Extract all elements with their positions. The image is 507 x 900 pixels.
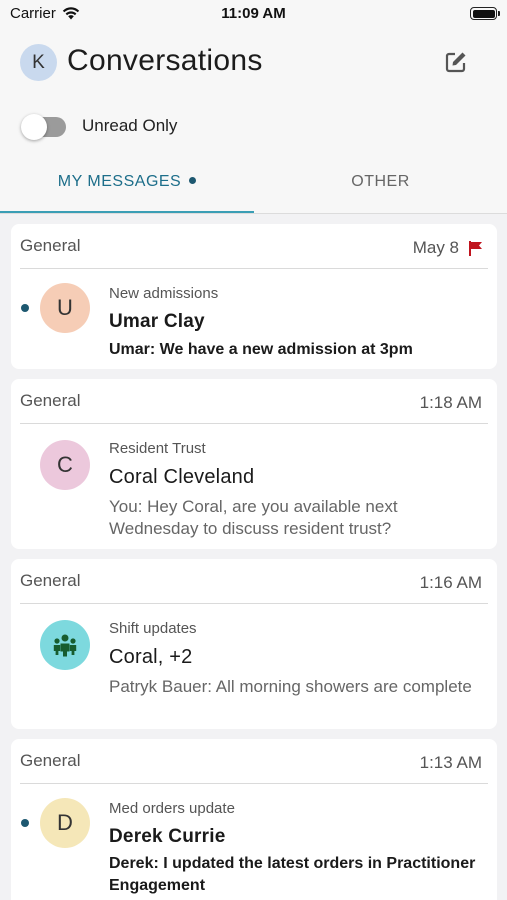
header: K Conversations Unread Only MY MESSAGES …: [0, 30, 507, 214]
unread-only-label: Unread Only: [82, 116, 178, 135]
conversation-preview: Derek: I updated the latest orders in Pr…: [109, 855, 476, 894]
unread-dot: [21, 819, 29, 827]
unread-only-toggle[interactable]: [21, 114, 66, 140]
conversation-time-wrap: 1:16 AM: [420, 573, 482, 593]
conversation-topic: Resident Trust: [109, 440, 206, 457]
conversation-preview: Umar: We have a new admission at 3pm: [109, 341, 413, 358]
group-icon: [53, 634, 77, 657]
avatar: U: [40, 283, 90, 333]
conversation-name: Derek Currie: [109, 826, 226, 847]
conversation-card[interactable]: General 1:16 AM Shift updates Coral, +2 …: [11, 559, 497, 729]
conversation-time-wrap: 1:13 AM: [420, 753, 482, 773]
conversation-card[interactable]: General 1:18 AM C Resident Trust Coral C…: [11, 379, 497, 549]
conversation-topic: Med orders update: [109, 800, 235, 817]
conversation-category: General: [20, 236, 81, 255]
conversation-name: Umar Clay: [109, 311, 205, 332]
status-bar: Carrier 11:09 AM: [0, 0, 507, 30]
compose-icon: [445, 52, 466, 73]
toggle-knob: [21, 114, 47, 140]
conversation-card[interactable]: General May 8 U New admissions Umar Clay…: [11, 224, 497, 369]
conversation-category: General: [20, 391, 81, 410]
conversation-time-wrap: May 8: [413, 238, 482, 258]
tab-my-messages[interactable]: MY MESSAGES: [0, 173, 254, 191]
tab-other[interactable]: OTHER: [254, 173, 507, 191]
tab-other-label: OTHER: [351, 173, 410, 190]
conversation-time: 1:16 AM: [419, 573, 482, 592]
group-avatar: [40, 620, 90, 670]
flag-icon: [469, 240, 482, 256]
tab-indicator-dot: [189, 177, 197, 184]
avatar: D: [40, 798, 90, 848]
page-title: Conversations: [67, 44, 263, 77]
conversation-time: 1:18 AM: [419, 393, 482, 412]
conversation-topic: New admissions: [109, 285, 219, 302]
card-header: General 1:13 AM: [20, 739, 488, 784]
conversation-category: General: [20, 751, 81, 770]
conversation-time: 1:13 AM: [419, 753, 482, 772]
card-header: General May 8: [20, 224, 488, 269]
conversation-name: Coral, +2: [109, 646, 193, 668]
clock: 11:09 AM: [221, 5, 286, 22]
conversation-card[interactable]: General 1:13 AM D Med orders update Dere…: [11, 739, 497, 900]
battery-icon: [470, 7, 500, 20]
conversation-name: Coral Cleveland: [109, 466, 255, 488]
conversation-preview: You: Hey Coral, are you available next W…: [109, 497, 398, 538]
avatar: C: [40, 440, 90, 490]
unread-dot: [21, 304, 29, 312]
tab-divider: [0, 213, 507, 214]
card-header: General 1:16 AM: [20, 559, 488, 604]
conversation-topic: Shift updates: [109, 620, 197, 637]
conversation-time: May 8: [412, 238, 459, 257]
card-header: General 1:18 AM: [20, 379, 488, 424]
conversation-category: General: [20, 571, 81, 590]
compose-button[interactable]: [442, 48, 470, 76]
conversation-time-wrap: 1:18 AM: [420, 393, 482, 413]
conversation-preview: Patryk Bauer: All morning showers are co…: [109, 677, 472, 696]
tab-my-messages-label: MY MESSAGES: [57, 173, 182, 190]
profile-avatar[interactable]: K: [20, 44, 57, 81]
